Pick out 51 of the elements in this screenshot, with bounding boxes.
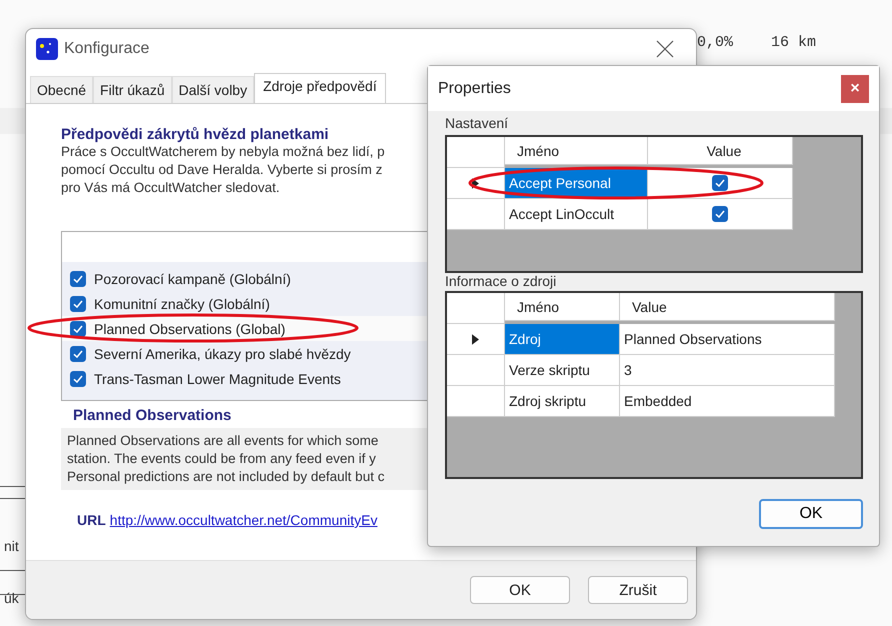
checkbox[interactable] (70, 296, 86, 312)
window-title: Properties (438, 80, 511, 98)
row-header[interactable] (447, 324, 505, 355)
checkbox[interactable] (712, 175, 728, 191)
url-label: URL (77, 512, 106, 528)
app-icon (36, 38, 58, 60)
intro-text: pomocí Occultu od Dave Heralda. Vyberte si prosím z (61, 161, 382, 179)
table-cell[interactable]: Verze skriptu (505, 355, 620, 386)
tab[interactable]: Filtr úkazů (93, 76, 172, 103)
checkbox[interactable] (70, 320, 86, 336)
group-title: Planned Observations (73, 407, 232, 424)
intro-text: Práce s OccultWatcherem by nebyla možná bez lidí, p (61, 143, 385, 161)
table-cell: 3 (620, 355, 835, 386)
group-label: Informace o zdroji (445, 273, 558, 291)
corner-cell (447, 137, 505, 168)
table-cell: Embedded (620, 386, 835, 417)
source-item[interactable]: Komunitní značky (Globální) (62, 291, 482, 316)
checkbox[interactable] (712, 206, 728, 222)
url-link[interactable]: http://www.occultwatcher.net/CommunityEv (110, 512, 378, 528)
checkbox[interactable] (70, 370, 86, 386)
table-cell[interactable]: Zdroj skriptu (505, 386, 620, 417)
source-item[interactable]: Severní Amerika, úkazy pro slabé hvězdy (62, 341, 482, 366)
checkbox[interactable] (70, 270, 86, 286)
table-cell: 16 km (771, 34, 816, 51)
section-heading: Předpovědi zákrytů hvězd planetkami (61, 126, 329, 143)
current-row-icon (472, 178, 479, 188)
source-item[interactable]: Trans-Tasman Lower Magnitude Events (62, 366, 482, 391)
ok-button[interactable]: OK (759, 499, 863, 529)
group-label: Nastavení (445, 115, 510, 133)
intro-text: pro Vás má OccultWatcher sledovat. (61, 179, 280, 197)
tab[interactable]: Zdroje předpovědí (254, 73, 386, 103)
corner-cell (447, 293, 505, 324)
label-text: nit (4, 538, 19, 554)
cancel-button[interactable]: Zrušit (588, 576, 688, 604)
column-header[interactable]: Jméno (505, 137, 648, 165)
checkbox[interactable] (70, 346, 86, 362)
table-cell[interactable]: Zdroj (505, 324, 620, 355)
table-cell: Planned Observations (620, 324, 835, 355)
window-title: Konfigurace (64, 40, 150, 58)
tab[interactable]: Obecné (30, 76, 94, 103)
table-cell: 0,0% (697, 34, 734, 51)
current-row-icon (472, 334, 479, 344)
label-text: úk (4, 590, 19, 606)
ok-button[interactable]: OK (470, 576, 570, 604)
close-button[interactable]: × (841, 74, 869, 102)
column-header[interactable]: Value (620, 293, 835, 321)
table-cell[interactable]: Accept LinOccult (505, 199, 648, 230)
column-header[interactable]: Jméno (505, 293, 620, 321)
tab[interactable]: Další volby (172, 76, 254, 103)
column-header[interactable]: Value (648, 137, 793, 165)
close-icon[interactable] (656, 40, 674, 58)
